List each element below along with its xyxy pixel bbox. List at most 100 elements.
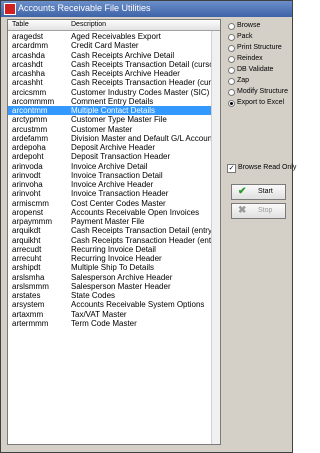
- table-name-cell: arquikdt: [12, 226, 41, 236]
- radio-button[interactable]: [228, 100, 235, 107]
- table-row[interactable]: arcontmm Multiple Contact Details: [8, 106, 212, 116]
- radio-button[interactable]: [228, 45, 235, 52]
- table-description-cell: Invoice Transaction Detail: [71, 170, 163, 180]
- table-row[interactable]: aropenst Accounts Receivable Open Invoice…: [8, 208, 212, 217]
- table-row[interactable]: arinvoht Invoice Transaction Header: [8, 189, 212, 198]
- table-row[interactable]: arcicsmm Customer Industry Codes Master (…: [8, 88, 212, 97]
- table-row[interactable]: arctypmm Customer Type Master File: [8, 115, 212, 124]
- table-description-cell: Cash Receipts Transaction Detail (cursor…: [71, 59, 220, 69]
- radio-button[interactable]: [228, 23, 235, 30]
- start-button-label: Start: [258, 188, 273, 195]
- table-row[interactable]: arinvoda Invoice Archive Detail: [8, 162, 212, 171]
- table-row[interactable]: arsystem Accounts Receivable System Optio…: [8, 300, 212, 309]
- table-row[interactable]: arquikht Cash Receipts Transaction Header…: [8, 235, 220, 245]
- table-description-cell: Tax/VAT Master: [71, 309, 127, 319]
- table-row[interactable]: arcashha Cash Receipts Archive Header: [8, 69, 212, 78]
- table-name-cell: ardepoha: [12, 143, 46, 152]
- table-row[interactable]: armiscmm Cost Center Codes Master: [8, 199, 212, 208]
- option-label: Print Structure: [237, 44, 282, 51]
- radio-button[interactable]: [228, 67, 235, 74]
- table-name-cell: arquikht: [12, 235, 41, 245]
- checkmark-icon: ✔: [238, 186, 247, 197]
- table-row[interactable]: ardefamm Division Master and Default G/L …: [8, 133, 218, 143]
- table-row[interactable]: arcardmm Credit Card Master: [8, 41, 212, 50]
- table-row[interactable]: arrecuht Recurring Invoice Header: [8, 254, 212, 263]
- table-name-cell: artaxmm: [12, 309, 44, 319]
- table-name-cell: arcashdt: [12, 59, 43, 69]
- table-row[interactable]: arquikdt Cash Receipts Transaction Detail…: [8, 226, 215, 236]
- table-description-cell: Customer Industry Codes Master (SIC): [71, 87, 210, 97]
- file-utilities-window: Accounts Receivable File Utilities Table…: [0, 0, 297, 453]
- column-header-table[interactable]: Table: [12, 20, 29, 30]
- table-name-cell: arrecuht: [12, 254, 42, 263]
- table-row[interactable]: arslsmmm Salesperson Master Header: [8, 282, 212, 291]
- option-label: Export to Excel: [237, 99, 285, 106]
- table-name-cell: aropenst: [12, 207, 44, 217]
- start-button[interactable]: ✔ Start: [231, 184, 286, 200]
- table-description-cell: Credit Card Master: [71, 41, 139, 51]
- radio-button[interactable]: [228, 34, 235, 41]
- table-row[interactable]: arcashdt Cash Receipts Transaction Detail…: [8, 59, 219, 69]
- table-row[interactable]: arcommmm Comment Entry Details: [8, 97, 212, 106]
- table-description-cell: State Codes: [71, 291, 116, 300]
- table-row[interactable]: arslsmha Salesperson Archive Header: [8, 273, 212, 282]
- table-name-cell: arslsmmm: [12, 281, 49, 291]
- table-name-cell: arctypmm: [12, 115, 48, 125]
- table-name-cell: arcustmm: [12, 124, 48, 134]
- table-description-cell: Comment Entry Details: [71, 96, 154, 106]
- table-description-cell: Cash Receipts Transaction Detail (entry): [71, 226, 215, 236]
- stop-button-label: Stop: [258, 207, 273, 214]
- table-description-cell: Customer Type Master File: [71, 115, 167, 125]
- table-row[interactable]: artaxmm Tax/VAT Master: [8, 310, 212, 319]
- table-name-cell: ardepoht: [12, 152, 44, 162]
- table-name-cell: arcommmm: [12, 96, 55, 106]
- table-name-cell: arrecudt: [12, 244, 42, 254]
- table-row[interactable]: arrecudt Recurring Invoice Detail: [8, 245, 212, 254]
- option-label: DB Validate: [237, 66, 274, 73]
- vertical-scrollbar[interactable]: [211, 31, 220, 444]
- table-row[interactable]: arshipdt Multiple Ship To Details: [8, 263, 212, 272]
- table-name-cell: arinvoda: [12, 161, 43, 171]
- table-row[interactable]: arcashht Cash Receipts Transaction Header…: [8, 78, 220, 88]
- table-name-cell: arcashda: [12, 50, 45, 60]
- table-name-cell: arinvoha: [12, 180, 43, 189]
- table-description-cell: Payment Master File: [71, 217, 145, 226]
- table-row[interactable]: arcustmm Customer Master: [8, 125, 212, 134]
- table-row[interactable]: ardepoha Deposit Archive Header: [8, 143, 212, 152]
- table-name-cell: arstates: [12, 291, 41, 300]
- browse-read-only-label: Browse Read Only: [238, 164, 297, 171]
- table-row[interactable]: artermmm Term Code Master: [8, 319, 212, 328]
- table-description-cell: Deposit Archive Header: [71, 143, 156, 152]
- table-name-cell: ardefamm: [12, 133, 49, 143]
- table-row[interactable]: arstates State Codes: [8, 291, 212, 300]
- table-name-cell: arcashht: [12, 78, 43, 88]
- table-name-cell: arpaymmm: [12, 217, 53, 226]
- table-name-cell: aragedst: [12, 32, 44, 41]
- table-row[interactable]: arinvodt Invoice Transaction Detail: [8, 171, 212, 180]
- radio-button[interactable]: [228, 89, 235, 96]
- option-label: Zap: [237, 77, 250, 84]
- table-row[interactable]: arinvoha Invoice Archive Header: [8, 180, 212, 189]
- table-row[interactable]: aragedst Aged Receivables Export: [8, 32, 212, 41]
- column-header-description[interactable]: Description: [71, 20, 106, 30]
- table-name-cell: arshipdt: [12, 263, 41, 273]
- stop-button[interactable]: ✖ Stop: [231, 203, 286, 219]
- option-label: Reindex: [237, 55, 263, 62]
- cross-icon: ✖: [238, 205, 247, 216]
- radio-button[interactable]: [228, 56, 235, 63]
- radio-button[interactable]: [228, 78, 235, 85]
- table-description-cell: Recurring Invoice Header: [71, 254, 162, 263]
- table-name-cell: arcicsmm: [12, 87, 47, 97]
- table-row[interactable]: ardepoht Deposit Transaction Header: [8, 152, 212, 161]
- table-description-cell: Salesperson Master Header: [71, 281, 171, 291]
- table-row[interactable]: arpaymmm Payment Master File: [8, 217, 212, 226]
- table-description-cell: Invoice Archive Detail: [71, 161, 148, 171]
- table-description-cell: Cash Receipts Archive Header: [71, 69, 180, 78]
- table-row[interactable]: arcashda Cash Receipts Archive Detail: [8, 51, 212, 60]
- table-description-cell: Multiple Contact Details: [71, 106, 156, 115]
- title-bar[interactable]: Accounts Receivable File Utilities: [1, 1, 292, 17]
- option-label: Pack: [237, 33, 253, 40]
- checkbox-box[interactable]: ✓: [227, 164, 236, 173]
- table-list[interactable]: Table Description aragedst Aged Receivabl…: [7, 19, 221, 445]
- table-name-cell: arinvodt: [12, 170, 41, 180]
